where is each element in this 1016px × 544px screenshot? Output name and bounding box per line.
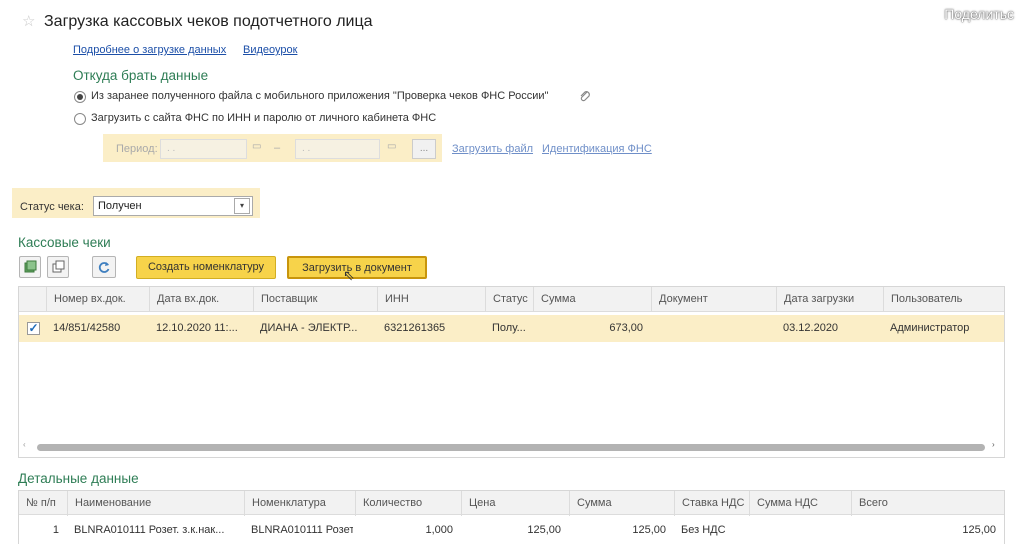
dcell-nomenclature: BLNRA010111 Розет. ... (251, 524, 353, 536)
col-status[interactable]: Статус (485, 287, 533, 312)
dcell-price: 125,00 (527, 524, 561, 536)
load-file-link[interactable]: Загрузить файл (452, 143, 533, 155)
dcell-sum: 125,00 (632, 524, 666, 536)
dcell-qty: 1,000 (425, 524, 453, 536)
dcol-total[interactable]: Всего (851, 491, 1004, 516)
dcell-n: 1 (52, 524, 59, 536)
scroll-thumb[interactable] (37, 444, 985, 451)
dcell-vat-sum (749, 517, 843, 544)
source-radio-file-label[interactable]: Из заранее полученного файла с мобильног… (91, 90, 548, 102)
video-lesson-link[interactable]: Видеоурок (243, 44, 297, 56)
calendar-from-icon[interactable]: ▭ (252, 141, 261, 152)
details-heading: Детальные данные (18, 471, 139, 486)
dcol-n[interactable]: № п/п (19, 491, 67, 516)
fns-identification-link[interactable]: Идентификация ФНС (542, 143, 652, 155)
col-supplier[interactable]: Поставщик (253, 287, 377, 312)
details-table-header: № п/п Наименование Номенклатура Количест… (19, 491, 1004, 516)
dcol-nomenclature[interactable]: Номенклатура (244, 491, 355, 516)
col-number[interactable]: Номер вх.док. (46, 287, 149, 312)
receipts-heading: Кассовые чеки (18, 235, 111, 250)
col-sum[interactable]: Сумма (533, 287, 651, 312)
load-to-document-button[interactable]: Загрузить в документ (287, 256, 427, 279)
more-info-link[interactable]: Подробнее о загрузке данных (73, 44, 226, 56)
period-from-value: . . (167, 143, 176, 154)
receipts-table: Номер вх.док. Дата вх.док. Поставщик ИНН… (18, 286, 1005, 458)
copy-icon[interactable] (47, 256, 69, 278)
cell-user: Администратор (890, 322, 970, 334)
col-date[interactable]: Дата вх.док. (149, 287, 253, 312)
period-from-field[interactable]: . . (160, 139, 247, 159)
mouse-cursor-icon: ⇖ (343, 267, 355, 283)
cell-load-date: 03.12.2020 (783, 322, 839, 334)
col-load-date[interactable]: Дата загрузки (776, 287, 883, 312)
source-heading: Откуда брать данные (73, 68, 209, 83)
share-button[interactable]: Поделитьс (944, 6, 1014, 22)
col-check (19, 287, 46, 312)
receipts-table-header: Номер вх.док. Дата вх.док. Поставщик ИНН… (19, 287, 1004, 312)
dcell-vat-rate: Без НДС (681, 524, 726, 536)
details-table: № п/п Наименование Номенклатура Количест… (18, 490, 1005, 544)
cell-document (658, 315, 773, 342)
cell-supplier: ДИАНА - ЭЛЕКТР... (260, 322, 358, 334)
period-label: Период: (116, 143, 158, 155)
period-to-value: . . (302, 143, 311, 154)
dcol-vat-rate[interactable]: Ставка НДС (674, 491, 749, 516)
dcol-vat-sum[interactable]: Сумма НДС (749, 491, 851, 516)
period-to-field[interactable]: . . (295, 139, 380, 159)
status-filter-label: Статус чека: (20, 201, 84, 213)
cell-date: 12.10.2020 11:... (156, 322, 238, 334)
cell-sum: 673,00 (609, 322, 643, 334)
paperclip-icon[interactable] (578, 89, 592, 103)
add-row-icon[interactable] (19, 256, 41, 278)
receipts-horizontal-scrollbar[interactable]: ‹ › (23, 440, 1000, 453)
table-row[interactable]: 1 BLNRA010111 Розет. з.к.нак... BLNRA010… (19, 517, 1004, 544)
calendar-to-icon[interactable]: ▭ (387, 141, 396, 152)
status-dropdown-icon[interactable]: ▾ (234, 198, 250, 214)
cell-status: Полу... (492, 322, 526, 334)
source-radio-fns[interactable] (74, 113, 86, 125)
dcol-price[interactable]: Цена (461, 491, 569, 516)
dcol-qty[interactable]: Количество (355, 491, 461, 516)
col-user[interactable]: Пользователь (883, 287, 1004, 312)
scroll-left-icon[interactable]: ‹ (23, 440, 26, 449)
favorite-star-icon[interactable]: ☆ (22, 12, 35, 30)
scroll-right-icon[interactable]: › (992, 440, 995, 449)
period-dash: – (274, 142, 281, 154)
cell-number: 14/851/42580 (53, 322, 121, 334)
status-select[interactable]: Получен (93, 196, 253, 216)
create-nomenclature-button[interactable]: Создать номенклатуру (136, 256, 276, 279)
cell-inn: 6321261365 (384, 322, 446, 334)
dcol-sum[interactable]: Сумма (569, 491, 674, 516)
window-title: Загрузка кассовых чеков подотчетного лиц… (44, 13, 373, 30)
col-document[interactable]: Документ (651, 287, 776, 312)
status-select-value: Получен (98, 200, 142, 212)
dcell-total: 125,00 (962, 524, 996, 536)
refresh-icon[interactable] (92, 256, 116, 278)
period-choose-button[interactable]: ... (412, 139, 436, 159)
col-inn[interactable]: ИНН (377, 287, 485, 312)
row-checkbox[interactable]: ✓ (27, 322, 40, 335)
source-radio-file[interactable] (74, 91, 86, 103)
dcell-name: BLNRA010111 Розет. з.к.нак... (74, 524, 225, 536)
dcol-name[interactable]: Наименование (67, 491, 244, 516)
table-row[interactable]: ✓ 14/851/42580 12.10.2020 11:... ДИАНА -… (19, 315, 1004, 342)
source-radio-fns-label[interactable]: Загрузить с сайта ФНС по ИНН и паролю от… (91, 112, 436, 124)
